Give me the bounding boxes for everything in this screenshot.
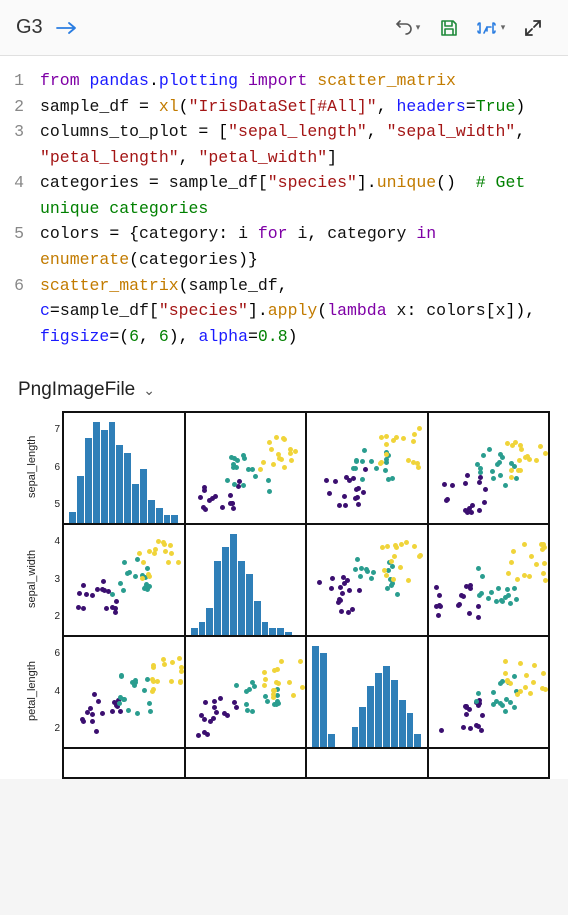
save-button[interactable] [430,9,468,47]
axis-label: sepal_length [18,411,46,523]
axis-ticks: 432 [46,523,62,635]
matrix-cell [428,748,550,778]
code-line[interactable]: 2sample_df = xl("IrisDataSet[#All]", hea… [8,94,560,120]
code-line[interactable]: 4categories = sample_df["species"].uniqu… [8,170,560,221]
formula-bar: G3 ▾ ▾ [0,0,568,56]
matrix-cell [428,636,550,748]
matrix-cell [185,748,307,778]
matrix-cell [306,748,428,778]
chevron-down-icon: ▾ [416,22,421,33]
scatter-matrix-plot: sepal_lengthsepal_widthpetal_length 7654… [0,407,568,779]
code-line[interactable]: 1from pandas.plotting import scatter_mat… [8,68,560,94]
code-line[interactable]: 5colors = {category: i for i, category i… [8,221,560,272]
code-line[interactable]: 6scatter_matrix(sample_df, c=sample_df["… [8,273,560,350]
insert-ref-button[interactable]: ▾ [472,9,510,47]
code-line[interactable]: 3columns_to_plot = ["sepal_length", "sep… [8,119,560,170]
axis-label: sepal_width [18,523,46,635]
matrix-cell [63,636,185,748]
matrix-cell [306,524,428,636]
line-number: 4 [8,170,40,221]
matrix-cell [428,412,550,524]
axis-ticks: 642 [46,635,62,747]
expand-button[interactable] [514,9,552,47]
matrix-cell [306,636,428,748]
arrow-right-icon[interactable] [55,19,79,37]
output-header[interactable]: PngImageFile ⌄ [0,367,568,407]
matrix-cell [63,524,185,636]
line-number: 3 [8,119,40,170]
matrix-cell [63,412,185,524]
cell-reference: G3 [16,16,43,39]
matrix-cell [63,748,185,778]
undo-button[interactable]: ▾ [388,9,426,47]
matrix-cell [185,636,307,748]
chevron-down-icon: ⌄ [143,382,155,399]
code-editor[interactable]: 1from pandas.plotting import scatter_mat… [0,56,568,367]
matrix-cell [306,412,428,524]
matrix-cell [185,524,307,636]
line-number: 5 [8,221,40,272]
line-number: 1 [8,68,40,94]
line-number: 2 [8,94,40,120]
axis-label: petal_length [18,635,46,747]
matrix-cell [428,524,550,636]
line-number: 6 [8,273,40,350]
output-type-label: PngImageFile [18,379,135,401]
chevron-down-icon: ▾ [501,22,506,33]
axis-ticks: 765 [46,411,62,523]
matrix-cell [185,412,307,524]
